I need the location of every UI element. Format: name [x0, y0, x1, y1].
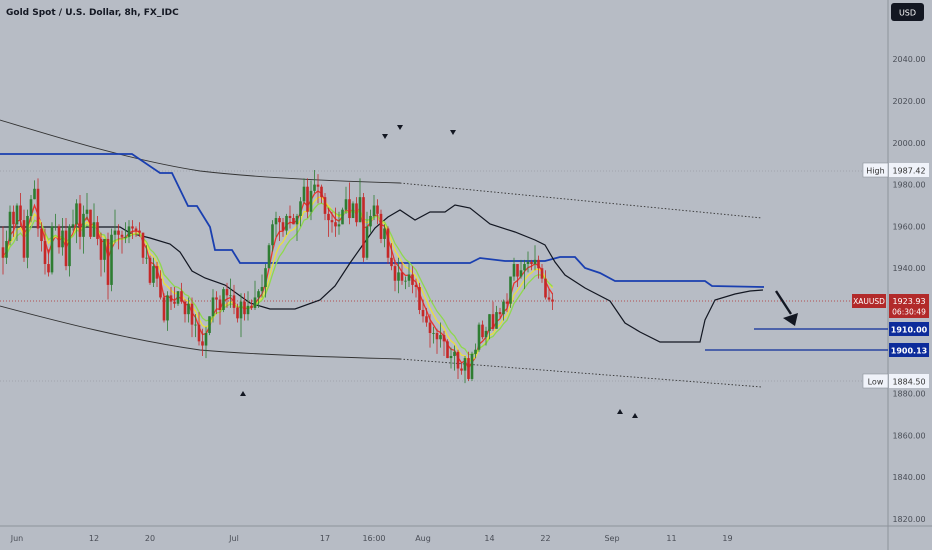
price-tick-label: 2000.00 — [892, 139, 925, 148]
candle[interactable] — [351, 201, 355, 219]
price-axis-panel[interactable] — [888, 0, 932, 550]
price-tick-label: 2020.00 — [892, 97, 925, 106]
low-badge-value: 1884.50 — [892, 378, 925, 387]
time-tick-label: 19 — [722, 534, 732, 543]
candle[interactable] — [341, 207, 344, 225]
price-tick-label: 1820.00 — [892, 515, 925, 524]
time-tick-label: 14 — [484, 534, 494, 543]
time-tick-label: 17 — [320, 534, 330, 543]
candle[interactable] — [379, 209, 383, 244]
currency-button-label: USD — [899, 9, 916, 18]
candle[interactable] — [470, 351, 474, 382]
candle[interactable] — [50, 222, 54, 275]
price-tick-label: 2040.00 — [892, 55, 925, 64]
time-axis-labels: Jun 12 20 Jul 17 16:00 Aug 14 22 Sep 11 19 — [10, 534, 733, 543]
candle[interactable] — [162, 293, 166, 323]
time-tick-label: Sep — [604, 534, 619, 543]
level-badge-1900: 1900.13 — [889, 343, 929, 357]
time-tick-label: Aug — [415, 534, 431, 543]
candle[interactable] — [477, 322, 481, 352]
high-badge-value: 1987.42 — [892, 167, 925, 176]
time-tick-label: 12 — [89, 534, 99, 543]
price-tick-label: 1840.00 — [892, 473, 925, 482]
time-tick-label: 16:00 — [362, 534, 385, 543]
low-badge: Low 1884.50 — [862, 373, 929, 389]
time-tick-label: 20 — [145, 534, 155, 543]
low-badge-label: Low — [868, 378, 884, 387]
chart-title: Gold Spot / U.S. Dollar, 8h, FX_IDC — [6, 8, 179, 18]
candle[interactable] — [89, 209, 92, 239]
candle[interactable] — [446, 339, 449, 359]
level-value-1910: 1910.00 — [891, 326, 928, 335]
candle[interactable] — [148, 255, 152, 285]
high-badge: High 1987.42 — [862, 162, 929, 178]
price-tick-label: 1860.00 — [892, 431, 925, 440]
bar-countdown: 06:30:49 — [892, 308, 926, 317]
candle[interactable] — [267, 243, 271, 269]
level-value-1900: 1900.13 — [891, 347, 927, 356]
time-tick-label: Jun — [10, 534, 24, 543]
price-tick-label: 1960.00 — [892, 222, 925, 231]
symbol-label: XAUUSD — [853, 297, 885, 306]
price-tick-label: 1880.00 — [892, 390, 925, 399]
candle[interactable] — [176, 291, 180, 306]
candle[interactable] — [509, 276, 512, 308]
currency-button[interactable]: USD — [891, 3, 924, 21]
price-tick-label: 1940.00 — [892, 264, 925, 273]
candle[interactable] — [208, 316, 211, 336]
price-chart[interactable]: Gold Spot / U.S. Dollar, 8h, FX_IDC USD … — [0, 0, 932, 550]
level-badge-1910: 1910.00 — [889, 322, 929, 336]
price-tick-label: 1980.00 — [892, 181, 925, 190]
candle[interactable] — [362, 192, 365, 262]
high-badge-label: High — [866, 167, 884, 176]
time-tick-label: 11 — [666, 534, 676, 543]
current-price-value: 1923.93 — [892, 297, 925, 306]
candle[interactable] — [418, 282, 421, 315]
time-tick-label: 22 — [540, 534, 550, 543]
time-tick-label: Jul — [228, 534, 239, 543]
candle[interactable] — [222, 287, 225, 313]
candle[interactable] — [110, 228, 113, 292]
